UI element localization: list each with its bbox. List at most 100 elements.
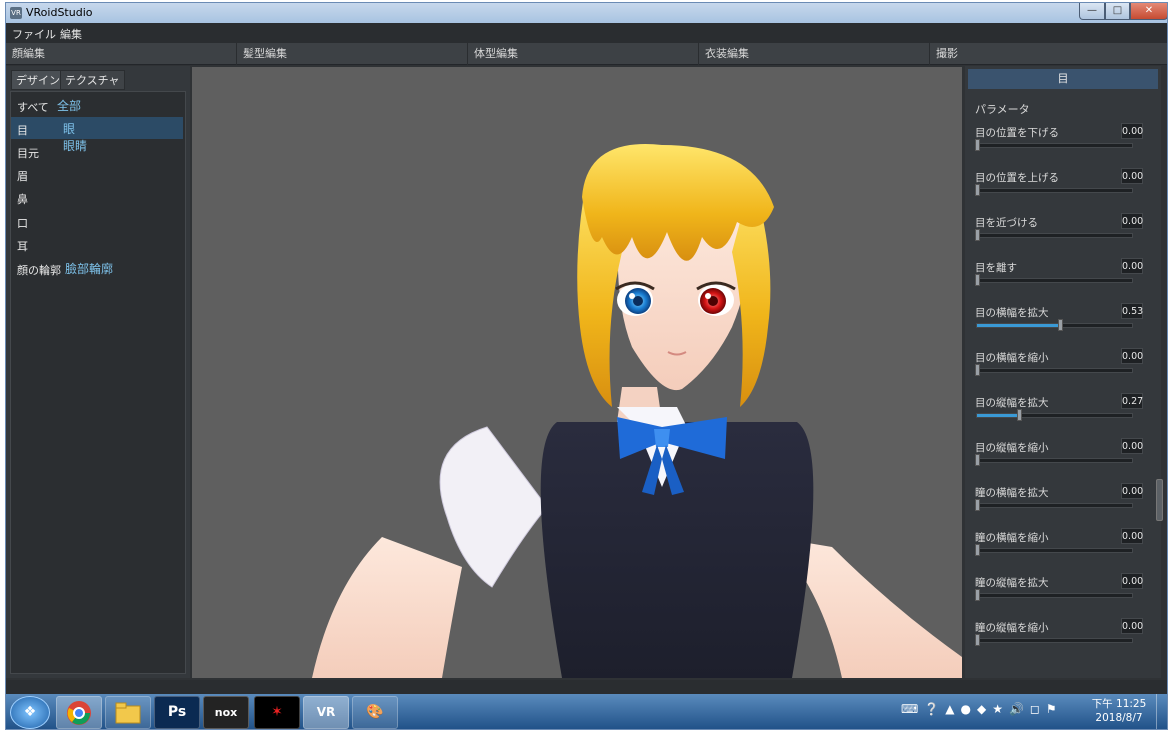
list-item-label: すべて: [17, 101, 49, 114]
list-item-label: 口: [17, 217, 28, 230]
minimize-button[interactable]: —: [1079, 3, 1105, 20]
parameter-label: 目の横幅を拡大: [975, 307, 1049, 319]
parameter-slider[interactable]: [976, 278, 1133, 283]
list-item-eye[interactable]: 目 眼: [11, 117, 183, 139]
vroid-app-icon: VR: [10, 7, 22, 19]
vroid-icon[interactable]: VR: [303, 696, 349, 729]
parameter-value-field[interactable]: 0.00: [1121, 438, 1143, 454]
category-bar: 顔編集 髪型編集 体型編集 衣装編集 撮影: [6, 43, 1167, 65]
slider-knob[interactable]: [975, 634, 980, 646]
parameter-slider[interactable]: [976, 413, 1133, 418]
tab-face-edit[interactable]: 顔編集: [6, 43, 236, 65]
list-item-mouth[interactable]: 口: [11, 210, 183, 232]
parameter-value-field[interactable]: 0.00: [1121, 528, 1143, 544]
slider-knob[interactable]: [975, 139, 980, 151]
3d-viewport[interactable]: [192, 67, 962, 678]
tab-texture[interactable]: テクスチャ: [60, 70, 125, 90]
parameter-slider[interactable]: [976, 458, 1133, 463]
parameter-value-field[interactable]: 0.00: [1121, 618, 1143, 634]
parameter-slider[interactable]: [976, 368, 1133, 373]
parameter-value-field[interactable]: 0.00: [1121, 213, 1143, 229]
start-orb-icon[interactable]: ❖: [10, 696, 50, 729]
parameter-value-field[interactable]: 0.00: [1121, 483, 1143, 499]
parameter-value-field[interactable]: 0.00: [1121, 258, 1143, 274]
slider-knob[interactable]: [975, 229, 980, 241]
right-panel: 目 パラメータ 目の位置を下げる 0.00 目の位置を上げる 0.00 目を近づける 0.…: [965, 66, 1161, 678]
list-item-ear[interactable]: 耳: [11, 233, 183, 255]
list-item-eyebrow[interactable]: 眉: [11, 163, 183, 185]
list-item-annotation: 眼: [63, 122, 76, 136]
tab-photo[interactable]: 撮影: [929, 43, 1167, 65]
tab-outfit-edit[interactable]: 衣装編集: [698, 43, 929, 65]
panel-header: 目: [968, 69, 1158, 89]
parameter-row: 目の横幅を縮小 0.00: [975, 348, 1143, 390]
slider-knob[interactable]: [975, 364, 980, 376]
panel-resize-handle[interactable]: [1156, 479, 1163, 521]
parameter-value-field[interactable]: 0.53: [1121, 303, 1143, 319]
file-explorer-icon[interactable]: [105, 696, 151, 729]
list-item-face-outline[interactable]: 顔の輪郭 臉部輪廓: [11, 257, 183, 279]
parameter-slider[interactable]: [976, 593, 1133, 598]
parameter-slider[interactable]: [976, 503, 1133, 508]
parameter-slider[interactable]: [976, 143, 1133, 148]
parameter-label: 目の位置を上げる: [975, 172, 1059, 184]
parameter-label: 瞳の縦幅を拡大: [975, 577, 1049, 589]
close-button[interactable]: ✕: [1130, 3, 1167, 20]
list-item-all[interactable]: すべて 全部: [11, 94, 183, 116]
clock-date: 2018/8/7: [1095, 712, 1143, 724]
parameter-slider[interactable]: [976, 323, 1133, 328]
parameter-label: 瞳の縦幅を縮小: [975, 622, 1049, 634]
photoshop-icon[interactable]: Ps: [154, 696, 200, 729]
parameter-label: 瞳の横幅を拡大: [975, 487, 1049, 499]
slider-knob[interactable]: [975, 454, 980, 466]
nox-icon[interactable]: nox: [203, 696, 249, 729]
maximize-button[interactable]: □: [1105, 3, 1130, 20]
parameter-row: 目の横幅を拡大 0.53: [975, 303, 1143, 345]
slider-fill: [977, 414, 1019, 417]
slider-knob[interactable]: [975, 184, 980, 196]
parameter-label: 目の横幅を縮小: [975, 352, 1049, 364]
list-item-label: 目元: [17, 147, 39, 160]
parameter-value-field[interactable]: 0.27: [1121, 393, 1143, 409]
parameter-slider[interactable]: [976, 548, 1133, 553]
parameter-slider[interactable]: [976, 638, 1133, 643]
parameter-row: 瞳の横幅を拡大 0.00: [975, 483, 1143, 525]
parameter-value-field[interactable]: 0.00: [1121, 168, 1143, 184]
vroid-studio-window: VR VRoidStudio — □ ✕ ファイル 編集 顔編集 髪型編集 体型…: [5, 2, 1168, 730]
menu-edit[interactable]: 編集: [60, 26, 82, 42]
system-tray[interactable]: ⌨❔▲●◆★🔊◻⚑: [901, 702, 1063, 716]
parameter-label: 目を離す: [975, 262, 1017, 274]
parameter-row: 瞳の縦幅を拡大 0.00: [975, 573, 1143, 615]
menu-file[interactable]: ファイル: [12, 26, 56, 42]
slider-knob[interactable]: [975, 589, 980, 601]
paint-icon[interactable]: 🎨: [352, 696, 398, 729]
list-item-label: 顔の輪郭: [17, 264, 61, 277]
chrome-icon[interactable]: [56, 696, 102, 729]
slider-knob[interactable]: [975, 544, 980, 556]
tab-design[interactable]: デザイン: [11, 70, 65, 90]
title-bar[interactable]: VR VRoidStudio — □ ✕: [6, 3, 1167, 23]
taskbar-clock[interactable]: 下午 11:25 2018/8/7: [1091, 697, 1147, 725]
left-panel: デザイン テクスチャ すべて 全部 目 眼 目元 眼睛 眉 鼻 口 耳 顔の輪郭…: [6, 66, 190, 678]
parameter-value-field[interactable]: 0.00: [1121, 348, 1143, 364]
tab-hair-edit[interactable]: 髪型編集: [236, 43, 467, 65]
slider-knob[interactable]: [975, 274, 980, 286]
slider-knob[interactable]: [1017, 409, 1022, 421]
list-item-eye-area[interactable]: 目元 眼睛: [11, 139, 183, 162]
parameter-row: 瞳の横幅を縮小 0.00: [975, 528, 1143, 570]
window-title: VRoidStudio: [26, 6, 93, 19]
list-item-label: 眉: [17, 170, 28, 183]
parameter-value-field[interactable]: 0.00: [1121, 123, 1143, 139]
list-item-annotation: 眼睛: [63, 139, 88, 153]
garena-icon[interactable]: ✶: [254, 696, 300, 729]
parameter-slider[interactable]: [976, 188, 1133, 193]
clock-time: 下午 11:25: [1091, 698, 1147, 710]
list-item-nose[interactable]: 鼻: [11, 186, 183, 208]
parameter-slider[interactable]: [976, 233, 1133, 238]
show-desktop-button[interactable]: [1156, 694, 1167, 729]
slider-knob[interactable]: [1058, 319, 1063, 331]
tab-body-edit[interactable]: 体型編集: [467, 43, 698, 65]
list-item-label: 鼻: [17, 193, 28, 206]
slider-knob[interactable]: [975, 499, 980, 511]
parameter-value-field[interactable]: 0.00: [1121, 573, 1143, 589]
